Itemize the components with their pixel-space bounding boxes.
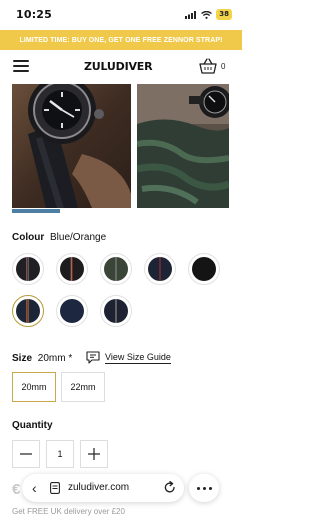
colour-swatch-black-red-cream[interactable] — [56, 253, 88, 285]
size-guide-link[interactable]: View Size Guide — [86, 351, 171, 364]
size-option-22mm[interactable]: 22mm — [61, 372, 105, 402]
colour-label: Colour Blue/Orange — [12, 232, 106, 243]
selected-size: 20mm * — [37, 353, 73, 364]
colour-swatch-navy-red[interactable] — [144, 253, 176, 285]
quantity-decrease-button[interactable] — [12, 440, 40, 468]
watch-photo-2 — [137, 84, 229, 208]
wifi-icon — [201, 10, 213, 19]
signal-icon — [185, 10, 197, 19]
price: € — [12, 481, 21, 498]
colour-swatch-black[interactable] — [188, 253, 220, 285]
basket-icon[interactable] — [199, 58, 217, 74]
size-guide-label: View Size Guide — [105, 351, 171, 364]
page-menu-icon[interactable] — [50, 482, 60, 494]
swatch-fill — [148, 257, 172, 281]
colour-swatch-blue-orange[interactable] — [12, 295, 44, 327]
cart-count: 0 — [221, 62, 226, 71]
size-label: Size 20mm * — [12, 353, 72, 364]
colour-heading: Colour — [12, 232, 45, 243]
swatch-fill — [60, 299, 84, 323]
status-bar: 10:25 38 — [0, 0, 242, 30]
status-time: 10:25 — [16, 8, 53, 21]
swatch-fill — [104, 299, 128, 323]
swatch-fill — [16, 299, 40, 323]
promo-text: LIMITED TIME: BUY ONE, GET ONE FREE ZENN… — [19, 36, 223, 44]
menu-icon[interactable] — [13, 60, 29, 72]
battery-icon: 38 — [216, 9, 232, 20]
swatch-fill — [192, 257, 216, 281]
swatch-fill — [16, 257, 40, 281]
watch-photo — [12, 84, 131, 208]
url-text[interactable]: zuludiver.com — [68, 482, 129, 493]
product-gallery[interactable] — [0, 84, 242, 216]
delivery-note: Get FREE UK delivery over £20 — [12, 507, 125, 516]
more-dot-icon — [208, 486, 212, 490]
back-icon[interactable]: ‹ — [32, 480, 37, 496]
selected-colour: Blue/Orange — [50, 232, 107, 243]
quantity-input[interactable]: 1 — [46, 440, 74, 468]
minus-icon — [20, 453, 32, 455]
address-bar[interactable]: ‹ zuludiver.com — [22, 474, 184, 502]
quantity-increase-button[interactable] — [80, 440, 108, 468]
product-image-main[interactable] — [12, 84, 131, 208]
promo-banner[interactable]: LIMITED TIME: BUY ONE, GET ONE FREE ZENN… — [0, 30, 242, 50]
swatch-fill — [104, 257, 128, 281]
plus-icon — [88, 448, 100, 460]
quantity-label: Quantity — [12, 420, 53, 431]
more-options-button[interactable] — [189, 474, 219, 502]
site-header: ZULUDIVER 0 — [0, 50, 242, 84]
status-icons: 38 — [185, 9, 232, 20]
swatch-fill — [60, 257, 84, 281]
more-dot-icon — [202, 486, 206, 490]
colour-swatch-navy-grey[interactable] — [100, 295, 132, 327]
gallery-progress-bar — [12, 209, 60, 213]
colour-swatch-navy[interactable] — [56, 295, 88, 327]
size-option-20mm[interactable]: 20mm — [12, 372, 56, 402]
more-dot-icon — [196, 486, 200, 490]
colour-swatch-black-grey-red[interactable] — [12, 253, 44, 285]
chat-ruler-icon — [86, 351, 100, 364]
colour-swatch-olive-grey[interactable] — [100, 253, 132, 285]
size-heading: Size — [12, 353, 33, 364]
site-logo[interactable]: ZULUDIVER — [84, 60, 153, 73]
reload-icon[interactable] — [164, 481, 176, 494]
product-image-secondary[interactable] — [137, 84, 229, 208]
